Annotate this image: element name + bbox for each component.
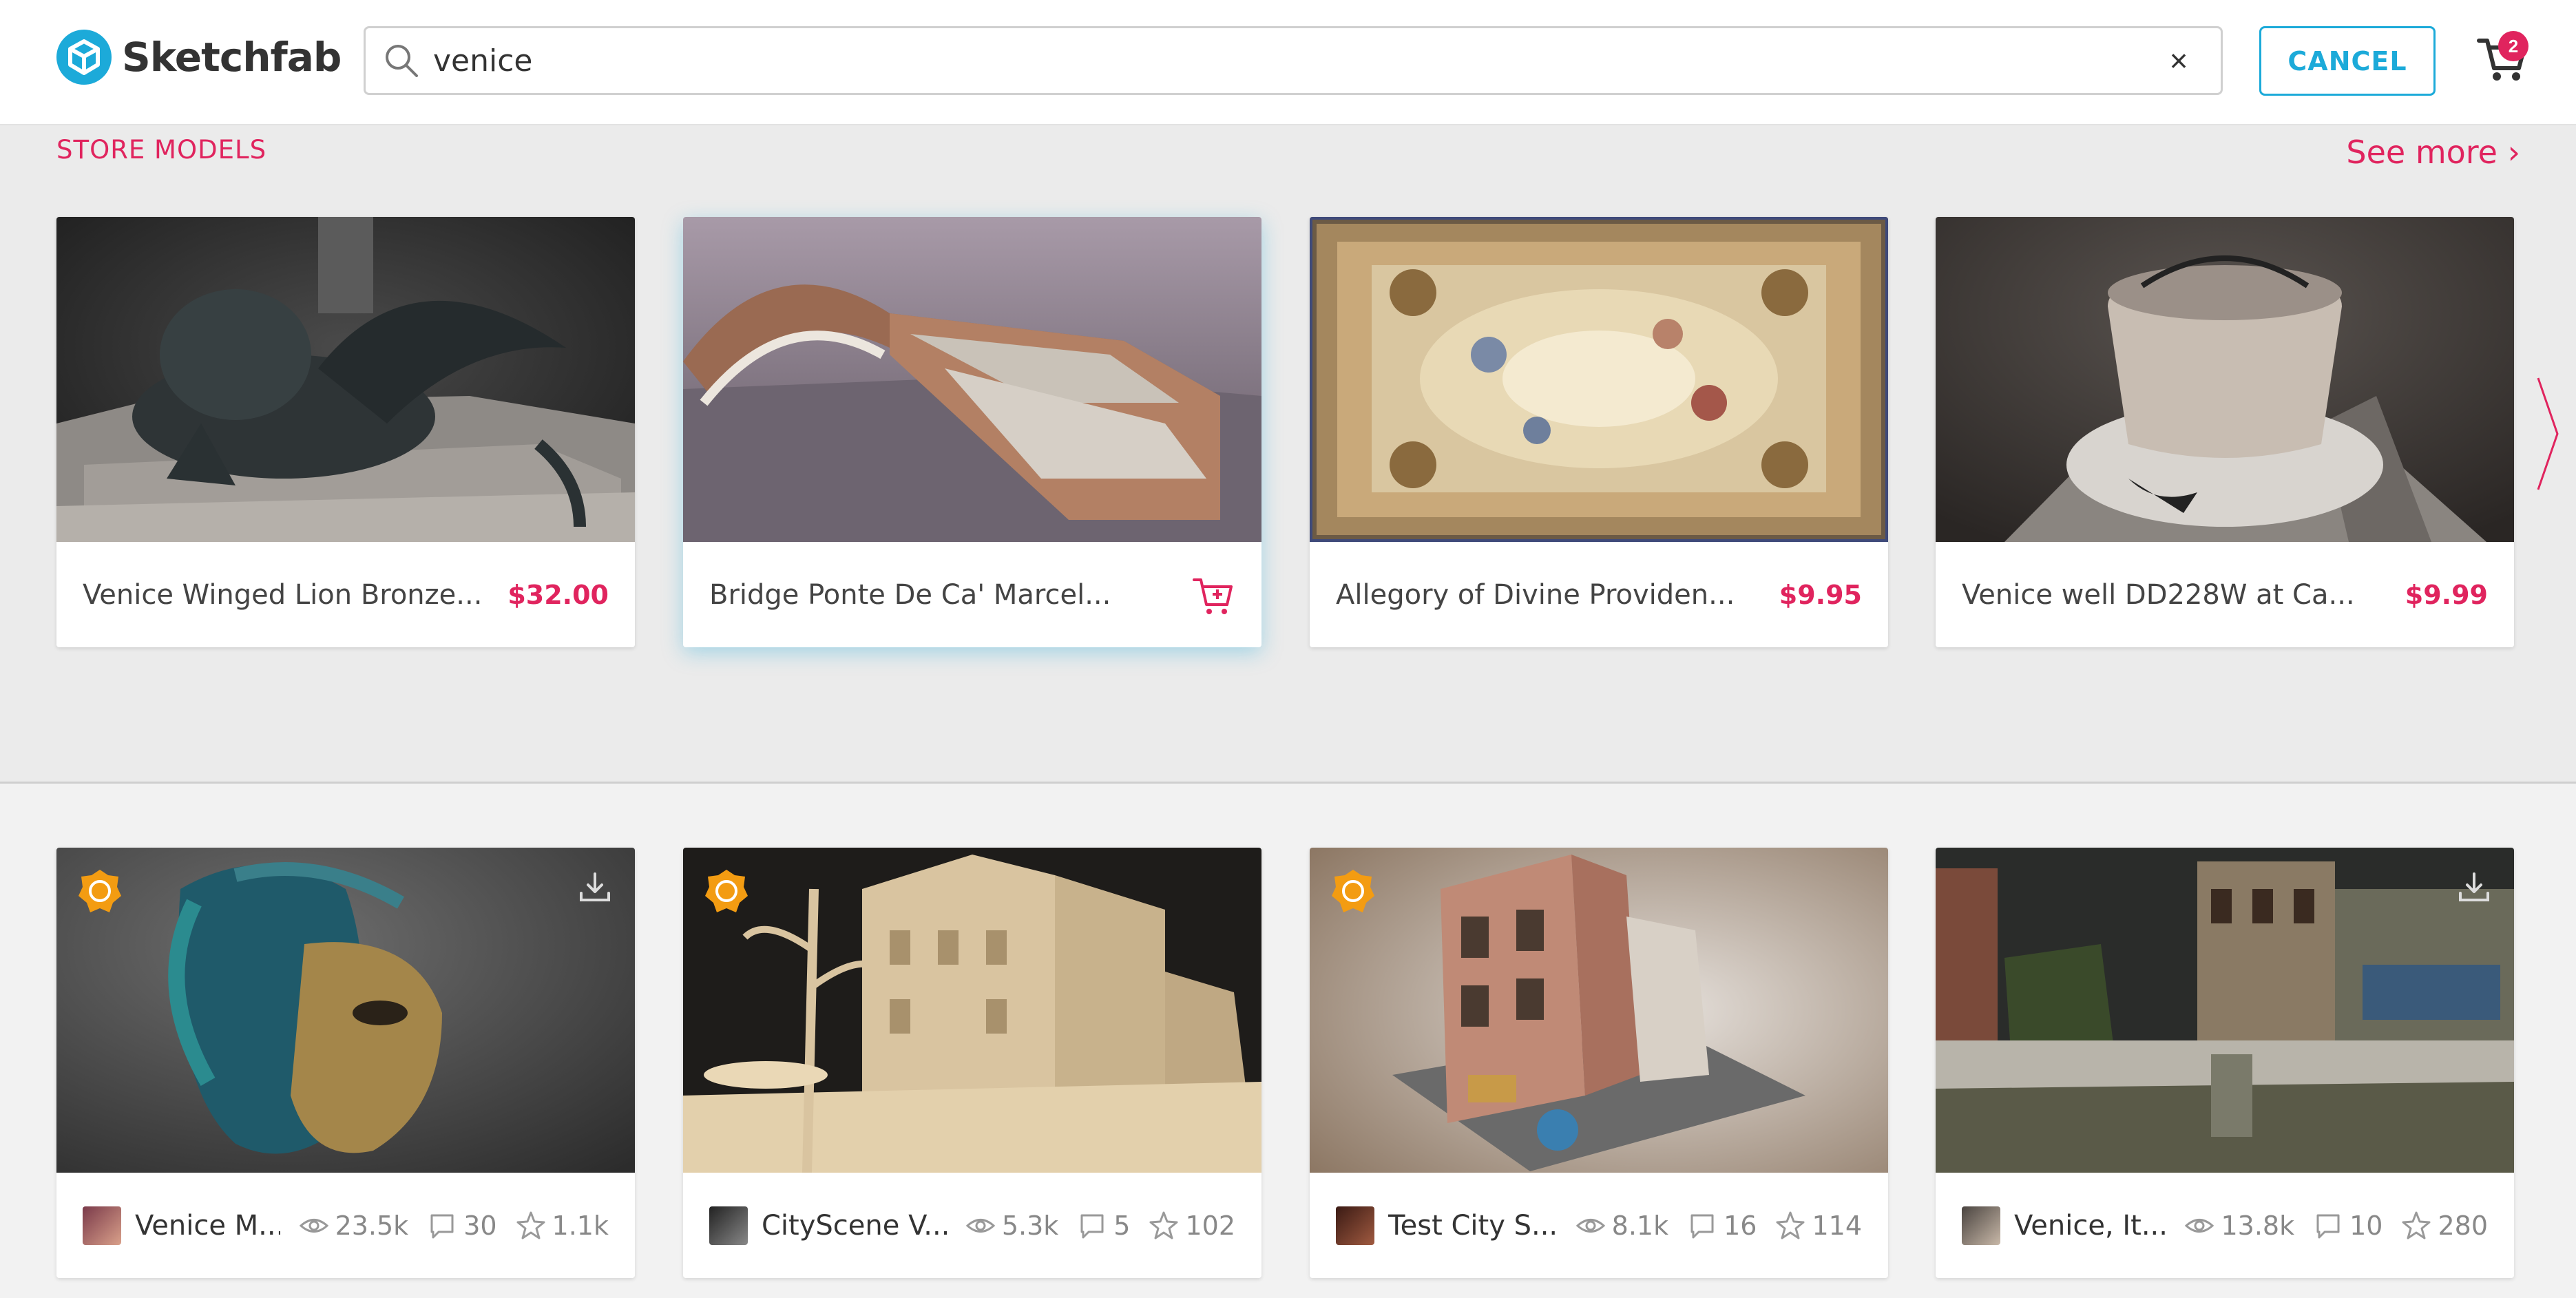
clear-search-icon[interactable]: ×: [2161, 43, 2196, 78]
card-footer: Venice, It... 13.8k 10 280: [1936, 1173, 2514, 1278]
price-label: $32.00: [507, 579, 609, 610]
download-icon[interactable]: [576, 868, 614, 907]
avatar[interactable]: [1336, 1206, 1374, 1245]
search-input[interactable]: [433, 43, 2086, 78]
comment-icon: [430, 1214, 454, 1238]
model-title[interactable]: Venice well DD228W at Ca...: [1962, 579, 2405, 611]
views-count: 5.3k: [965, 1210, 1058, 1242]
model-thumbnail[interactable]: [1310, 217, 1888, 542]
likes-count: 114: [1774, 1210, 1862, 1242]
see-more-link[interactable]: See more ›: [2346, 134, 2520, 171]
model-thumbnail[interactable]: [1310, 848, 1888, 1173]
model-card[interactable]: CityScene V... 5.3k 5 102: [683, 848, 1261, 1278]
comment-icon: [1690, 1214, 1714, 1238]
card-footer: Test City S... 8.1k 16 114: [1310, 1173, 1888, 1278]
store-card[interactable]: Allegory of Divine Providen... $9.95: [1310, 217, 1888, 647]
comments-count: 30: [426, 1210, 497, 1242]
model-card[interactable]: Test City S... 8.1k 16 114: [1310, 848, 1888, 1278]
cancel-button[interactable]: CANCEL: [2259, 26, 2436, 96]
model-card[interactable]: Venice, It... 13.8k 10 280: [1936, 848, 2514, 1278]
comments-count: 10: [2312, 1210, 2383, 1242]
model-thumbnail[interactable]: [56, 848, 635, 1173]
views-count: 23.5k: [298, 1210, 408, 1242]
views-count: 13.8k: [2184, 1210, 2294, 1242]
model-thumbnail[interactable]: [1936, 848, 2514, 1173]
search-bar[interactable]: ×: [364, 26, 2223, 95]
star-icon: [1149, 1211, 1178, 1239]
model-thumbnail[interactable]: [683, 848, 1261, 1173]
staff-pick-badge-icon: [1332, 870, 1374, 912]
card-footer: Bridge Ponte De Ca' Marcel...: [683, 542, 1261, 647]
store-card[interactable]: Bridge Ponte De Ca' Marcel...: [683, 217, 1261, 647]
section-title-store: STORE MODELS: [56, 135, 267, 165]
sketchfab-logo-icon: [56, 30, 112, 85]
avatar[interactable]: [1962, 1206, 2000, 1245]
eye-icon: [1575, 1218, 1605, 1233]
eye-icon: [299, 1218, 328, 1233]
model-thumbnail[interactable]: [56, 217, 635, 542]
likes-count: 1.1k: [515, 1210, 609, 1242]
model-title[interactable]: Bridge Ponte De Ca' Marcel...: [709, 579, 1191, 611]
staff-pick-badge-icon: [705, 870, 748, 912]
likes-count: 102: [1148, 1210, 1235, 1242]
model-thumbnail[interactable]: [1936, 217, 2514, 542]
logo-text: Sketchfab: [122, 34, 342, 81]
cart-count-badge: 2: [2498, 31, 2528, 61]
model-thumbnail[interactable]: [683, 217, 1261, 542]
eye-icon: [2185, 1218, 2214, 1233]
comments-count: 16: [1686, 1210, 1757, 1242]
comment-icon: [2316, 1214, 2340, 1238]
store-card[interactable]: Venice Winged Lion Bronze... $32.00: [56, 217, 635, 647]
star-icon: [1776, 1211, 1805, 1239]
card-footer: Allegory of Divine Providen... $9.95: [1310, 542, 1888, 647]
likes-count: 280: [2400, 1210, 2488, 1242]
search-icon: [386, 45, 418, 77]
model-title[interactable]: Venice, It...: [2014, 1210, 2166, 1242]
card-footer: Venice Winged Lion Bronze... $32.00: [56, 542, 635, 647]
star-icon: [2402, 1211, 2431, 1239]
views-count: 8.1k: [1575, 1210, 1668, 1242]
model-title[interactable]: Venice M...: [135, 1210, 280, 1242]
carousel-next-arrow-icon[interactable]: [2534, 375, 2562, 492]
comments-count: 5: [1076, 1210, 1130, 1242]
model-title[interactable]: CityScene V...: [762, 1210, 947, 1242]
eye-icon: [965, 1218, 996, 1233]
staff-pick-badge-icon: [78, 870, 121, 912]
store-card[interactable]: Venice well DD228W at Ca... $9.99: [1936, 217, 2514, 647]
model-title[interactable]: Venice Winged Lion Bronze...: [83, 579, 507, 611]
avatar[interactable]: [83, 1206, 121, 1245]
add-to-cart-icon[interactable]: [1191, 573, 1235, 617]
price-label: $9.95: [1779, 579, 1862, 610]
top-bar: Sketchfab × CANCEL 2: [0, 0, 2576, 125]
model-card[interactable]: Venice M... 23.5k 30 1.1k: [56, 848, 635, 1278]
star-icon: [516, 1211, 545, 1239]
download-icon[interactable]: [2455, 868, 2493, 907]
model-title[interactable]: Allegory of Divine Providen...: [1336, 579, 1779, 611]
price-label: $9.99: [2405, 579, 2488, 610]
card-footer: Venice M... 23.5k 30 1.1k: [56, 1173, 635, 1278]
sketchfab-logo[interactable]: Sketchfab: [56, 26, 342, 88]
model-title[interactable]: Test City S...: [1388, 1210, 1557, 1242]
comment-icon: [1080, 1214, 1104, 1238]
avatar[interactable]: [709, 1206, 748, 1245]
card-footer: CityScene V... 5.3k 5 102: [683, 1173, 1261, 1278]
card-footer: Venice well DD228W at Ca... $9.99: [1936, 542, 2514, 647]
